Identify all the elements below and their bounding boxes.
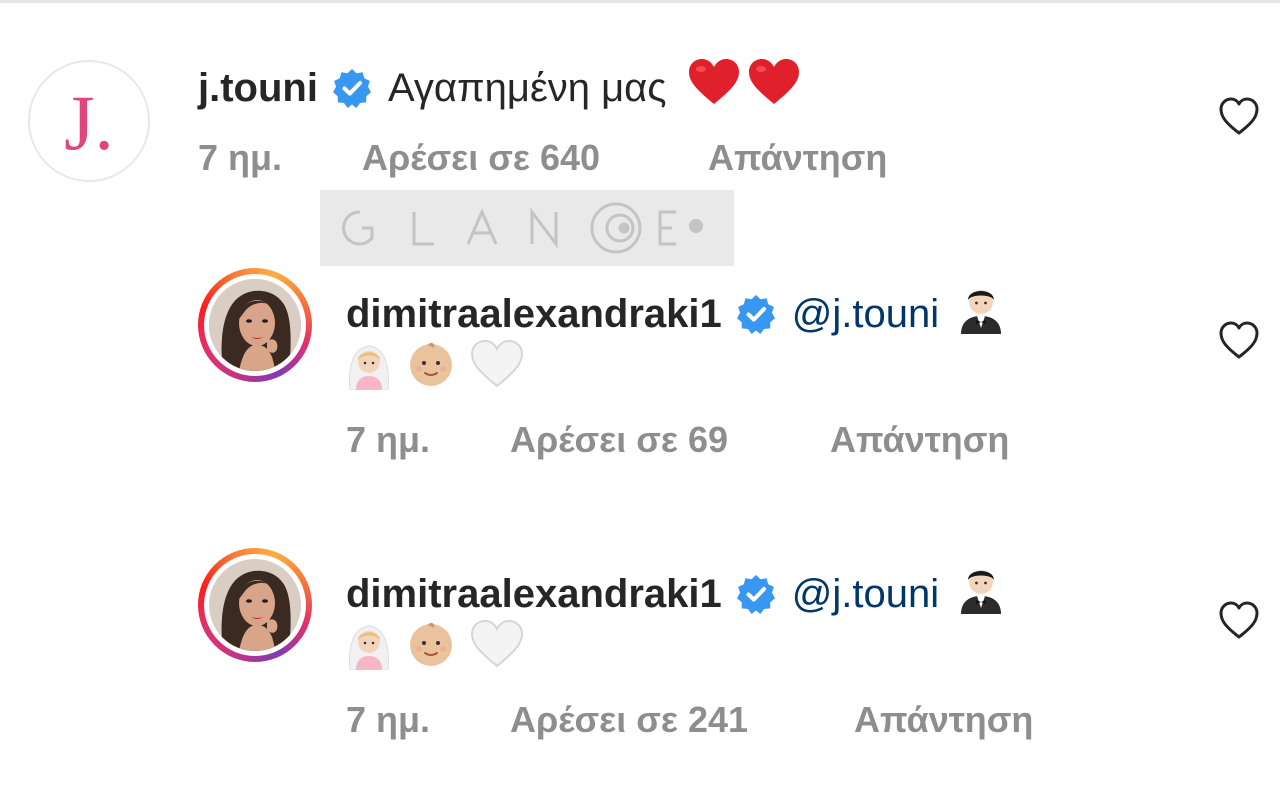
username[interactable]: j.touni <box>198 64 318 112</box>
red-heart-icon <box>747 58 801 117</box>
white-heart-icon <box>470 339 524 393</box>
likes-count[interactable]: Αρέσει σε 640 <box>362 136 600 180</box>
username[interactable]: dimitraalexandraki1 <box>346 570 722 618</box>
comment-2-meta: 7 ημ. Αρέσει σε 69 Απάντηση <box>346 418 1086 462</box>
bride-with-veil-icon <box>346 338 392 395</box>
verified-badge-icon <box>736 574 776 614</box>
timestamp: 7 ημ. <box>198 137 283 178</box>
comment-2-emoji-line <box>346 338 538 395</box>
likes-count[interactable]: Αρέσει σε 69 <box>510 418 728 462</box>
avatar-dimitraalexandraki1[interactable] <box>198 548 312 662</box>
like-heart-icon[interactable] <box>1218 320 1260 360</box>
comment-1-body: j.touni Αγαπημένη μας <box>198 58 801 117</box>
like-heart-icon[interactable] <box>1218 600 1260 640</box>
man-in-tuxedo-icon <box>957 562 1005 625</box>
watermark-logo <box>320 190 734 266</box>
red-heart-icon <box>687 58 741 117</box>
mention-link[interactable]: @j.touni <box>792 290 939 338</box>
top-divider <box>0 0 1280 3</box>
comment-3-body: dimitraalexandraki1 @j.touni <box>346 562 1005 625</box>
baby-icon <box>406 619 456 674</box>
comment-1-meta: 7 ημ. Αρέσει σε 640 Απάντηση <box>198 136 938 180</box>
bride-with-veil-icon <box>346 618 392 675</box>
verified-badge-icon <box>332 68 372 108</box>
white-heart-icon <box>470 619 524 673</box>
verified-badge-icon <box>736 294 776 334</box>
comment-3-meta: 7 ημ. Αρέσει σε 241 Απάντηση <box>346 698 1086 742</box>
reply-button[interactable]: Απάντηση <box>830 418 1009 462</box>
like-heart-icon[interactable] <box>1218 96 1260 136</box>
mention-link[interactable]: @j.touni <box>792 570 939 618</box>
comment-text: Αγαπημένη μας <box>387 65 667 110</box>
avatar-jtouni[interactable]: J. <box>28 60 150 182</box>
reply-button[interactable]: Απάντηση <box>854 698 1033 742</box>
timestamp: 7 ημ. <box>346 699 431 740</box>
username[interactable]: dimitraalexandraki1 <box>346 290 722 338</box>
baby-icon <box>406 339 456 394</box>
comment-3-emoji-line <box>346 618 538 675</box>
likes-count[interactable]: Αρέσει σε 241 <box>510 698 748 742</box>
avatar-dimitraalexandraki1[interactable] <box>198 268 312 382</box>
man-in-tuxedo-icon <box>957 282 1005 345</box>
timestamp: 7 ημ. <box>346 419 431 460</box>
reply-button[interactable]: Απάντηση <box>708 136 887 180</box>
comment-2-body: dimitraalexandraki1 @j.touni <box>346 282 1005 345</box>
